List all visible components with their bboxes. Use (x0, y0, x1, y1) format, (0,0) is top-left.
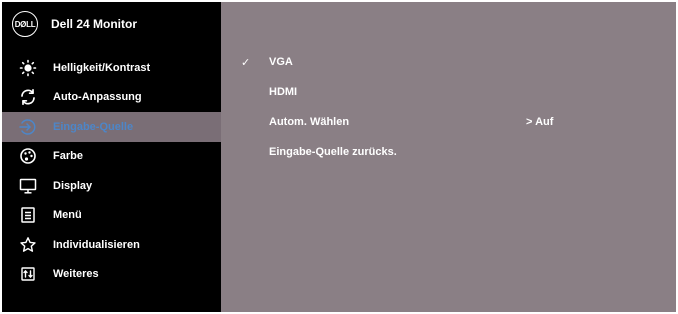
menu-item-color[interactable]: Farbe (2, 142, 221, 172)
option-vga[interactable]: ✓ VGA (241, 56, 293, 69)
menu-item-label: Weiteres (53, 268, 99, 281)
osd-header: DØLL Dell 24 Monitor (2, 2, 221, 46)
menu-item-label: Display (53, 179, 93, 192)
option-label: Autom. Wählen (269, 116, 350, 128)
menu-item-label: Menü (53, 209, 82, 222)
brightness-icon (19, 59, 37, 77)
option-hdmi[interactable]: HDMI (241, 86, 297, 98)
menu-item-display[interactable]: Display (2, 171, 221, 201)
menu-item-label: Eingabe-Quelle (53, 120, 134, 133)
menu-item-menu[interactable]: Menü (2, 201, 221, 231)
menu-item-label: Helligkeit/Kontrast (53, 61, 151, 74)
option-label: Eingabe-Quelle zurücks. (269, 146, 397, 158)
menu-item-others[interactable]: Weiteres (2, 260, 221, 290)
color-palette-icon (19, 147, 37, 165)
menu-item-label: Auto-Anpassung (53, 91, 142, 104)
dell-logo: DØLL (12, 11, 38, 37)
menu-item-brightness-contrast[interactable]: Helligkeit/Kontrast (2, 53, 221, 83)
checkmark-icon: ✓ (241, 56, 251, 69)
star-icon (19, 236, 37, 254)
osd-submenu-panel: ✓ VGA HDMI Autom. Wählen > Auf Eingabe-Q… (221, 2, 676, 312)
menu-item-label: Individualisieren (53, 238, 140, 251)
input-source-icon (19, 118, 37, 136)
auto-adjust-icon (19, 88, 37, 106)
osd-sidebar: DØLL Dell 24 Monitor Helligkeit/Kontrast… (2, 2, 221, 312)
option-reset-input-source[interactable]: Eingabe-Quelle zurücks. (241, 146, 397, 158)
monitor-title: Dell 24 Monitor (51, 17, 138, 31)
display-icon (19, 177, 37, 195)
others-icon (19, 265, 37, 283)
menu-icon (19, 206, 37, 224)
option-value: > Auf (526, 116, 554, 128)
option-label: HDMI (269, 86, 298, 98)
option-label: VGA (269, 56, 293, 68)
menu-item-input-source[interactable]: Eingabe-Quelle (2, 112, 221, 142)
menu-item-auto-adjust[interactable]: Auto-Anpassung (2, 83, 221, 113)
osd-main-menu: Helligkeit/Kontrast Auto-Anpassung Einga… (2, 53, 221, 289)
monitor-osd: DØLL Dell 24 Monitor Helligkeit/Kontrast… (2, 2, 676, 312)
menu-item-label: Farbe (53, 150, 83, 163)
option-auto-select[interactable]: Autom. Wählen > Auf (241, 116, 553, 128)
menu-item-personalize[interactable]: Individualisieren (2, 230, 221, 260)
